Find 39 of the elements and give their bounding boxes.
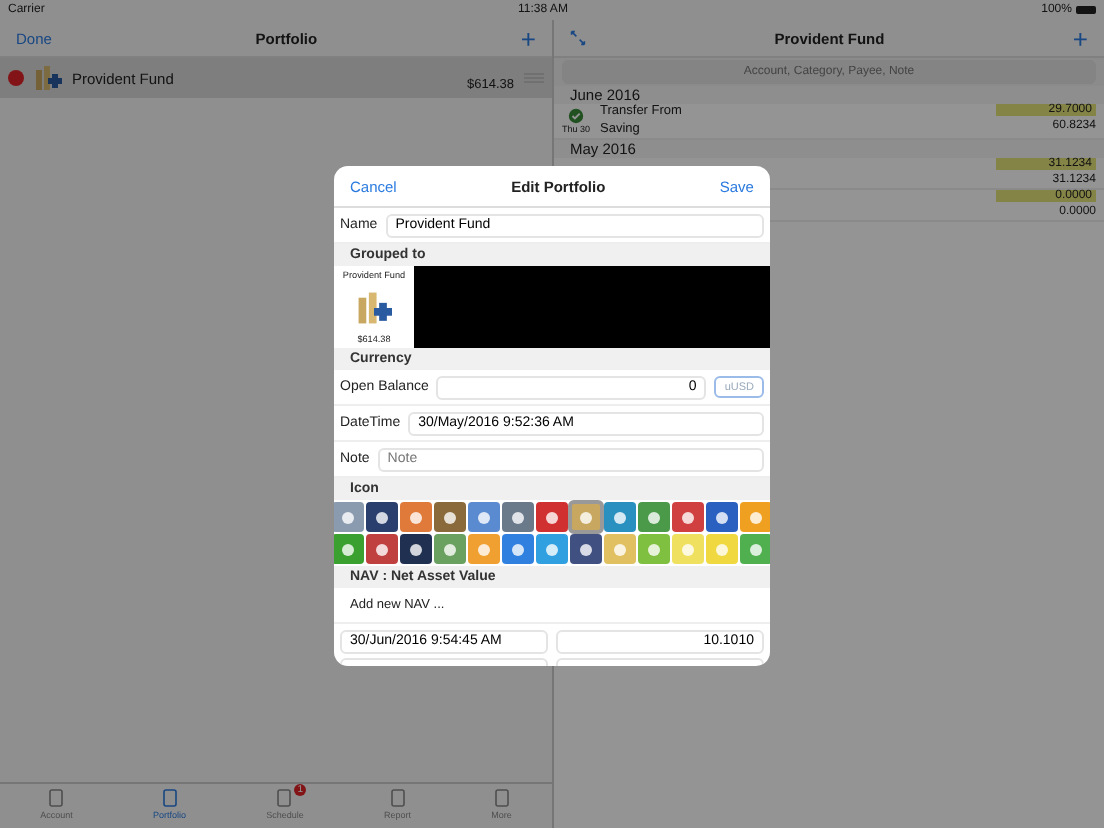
check-icon: [568, 107, 584, 123]
tile-icon[interactable]: [672, 534, 704, 564]
add-button[interactable]: +: [520, 25, 536, 51]
tile-icon[interactable]: [638, 534, 670, 564]
tile-icon[interactable]: [502, 502, 534, 532]
tile-icon[interactable]: [502, 534, 534, 564]
tile-icon[interactable]: [334, 502, 364, 532]
tab-icon: [491, 788, 512, 808]
tile-icon[interactable]: [468, 534, 500, 564]
tab-icon: [274, 788, 295, 808]
tile-icon[interactable]: [536, 502, 568, 532]
coins-icon: [356, 289, 392, 325]
expand-icon[interactable]: [570, 30, 586, 46]
tile-icon[interactable]: [740, 502, 770, 532]
tile-icon[interactable]: [570, 502, 602, 532]
tile-icon[interactable]: [366, 534, 398, 564]
tile-icon[interactable]: [400, 502, 432, 532]
coins-icon: [34, 64, 62, 92]
tile-icon[interactable]: [400, 534, 432, 564]
tab-icon: [46, 788, 67, 808]
battery-icon: [1075, 6, 1096, 14]
tile-icon[interactable]: [434, 534, 466, 564]
tile-icon[interactable]: [334, 534, 364, 564]
tile-icon[interactable]: [604, 534, 636, 564]
tile-icon[interactable]: [434, 502, 466, 532]
tab-icon: [159, 788, 180, 808]
tile-icon[interactable]: [706, 502, 738, 532]
tile-icon[interactable]: [604, 502, 636, 532]
tab-icon: [387, 788, 408, 808]
tile-icon[interactable]: [638, 502, 670, 532]
tile-icon[interactable]: [468, 502, 500, 532]
tile-icon[interactable]: [706, 534, 738, 564]
tile-icon[interactable]: [570, 534, 602, 564]
tile-icon[interactable]: [536, 534, 568, 564]
add-button[interactable]: +: [1072, 25, 1088, 51]
tile-icon[interactable]: [366, 502, 398, 532]
delete-icon[interactable]: [8, 70, 24, 86]
tile-icon[interactable]: [672, 502, 704, 532]
tile-icon[interactable]: [740, 534, 770, 564]
